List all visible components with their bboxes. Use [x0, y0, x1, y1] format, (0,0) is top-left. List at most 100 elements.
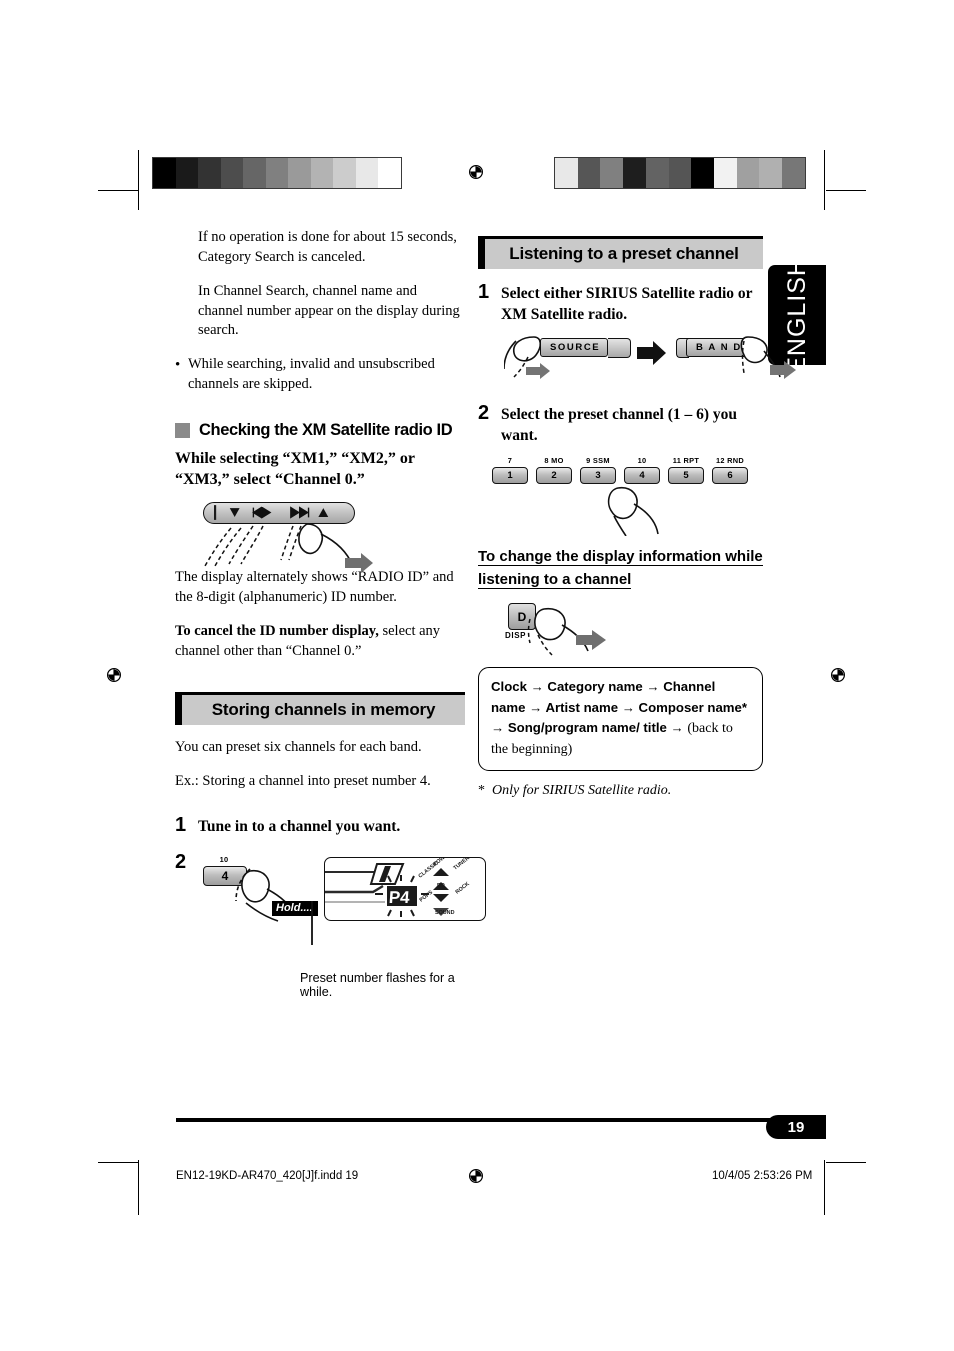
- seek-bar-control[interactable]: [203, 502, 355, 525]
- calibration-swatch: [736, 158, 760, 188]
- registration-mark-right: [828, 665, 848, 685]
- listening-step-2-number: 2: [478, 402, 490, 425]
- crop-mark-top-right-horizontal: [826, 190, 866, 191]
- illustration-store-preset: 10 4 Hold.... P4 POWER TUNER CLASSIC POP…: [198, 855, 486, 967]
- footer-rule: [176, 1118, 826, 1122]
- gesture-arrow-icon: [526, 363, 550, 380]
- heading-change-display-info: To change the display information while …: [478, 546, 763, 591]
- xm-id-instruction: While selecting “XM1,” “XM2,” or “XM3,” …: [175, 450, 415, 489]
- footnote-star: *: [478, 783, 485, 799]
- banner-storing-channels: Storing channels in memory: [175, 691, 465, 725]
- cancel-id-display-bold: To cancel the ID number display,: [175, 622, 379, 639]
- calibration-swatch: [600, 158, 624, 188]
- caption-leader-line: [311, 901, 313, 945]
- subheading-checking-xm-id: Checking the XM Satellite radio ID: [175, 421, 465, 440]
- gesture-arrow-icon: [345, 553, 373, 574]
- preset-key-column: 12 RND 6: [712, 456, 748, 485]
- storing-step-1-text: Tune in to a channel you want.: [198, 818, 401, 836]
- crop-mark-top-right-vertical: [824, 150, 825, 210]
- crop-mark-bottom-right-vertical: [824, 1160, 825, 1215]
- display-sequence-box: Clock → Category name → Channel name → A…: [478, 667, 763, 772]
- caption-preset-flash: Preset number flashes for a while.: [300, 971, 455, 999]
- calibration-swatch: [714, 158, 737, 188]
- preset-key-column: 71: [492, 456, 528, 485]
- footer-file-name: EN12-19KD-AR470_420[J]f.indd 19: [176, 1170, 359, 1182]
- page-number-badge: 19: [766, 1115, 826, 1139]
- color-calibration-bar-left: [152, 157, 402, 189]
- illustration-source-band: SOURCE B A N D: [504, 333, 796, 391]
- preset-key-3[interactable]: 3: [580, 467, 616, 485]
- square-bullet-icon: [175, 423, 190, 439]
- banner-storing-channels-label: Storing channels in memory: [211, 699, 436, 719]
- disp-button-sub-label: DISP: [505, 631, 527, 641]
- registration-mark-bottom: [466, 1166, 486, 1186]
- calibration-swatch: [623, 158, 646, 188]
- preset-key-4[interactable]: 4: [624, 467, 660, 485]
- preset-key-6[interactable]: 6: [712, 467, 748, 485]
- svg-text:SOUND: SOUND: [435, 910, 455, 916]
- preset-keypad: 71 8 MO 2 9 SSM 3 10 4 11 RPT 5 12 RND 6: [492, 456, 763, 485]
- svg-text:POPS: POPS: [419, 889, 435, 903]
- preset-key-2[interactable]: 2: [536, 467, 572, 485]
- calibration-swatch: [153, 158, 176, 188]
- banner-listening-preset-label: Listening to a preset channel: [509, 244, 739, 263]
- calibration-swatch: [310, 158, 334, 188]
- preset-key-1[interactable]: 1: [492, 467, 528, 485]
- calibration-swatch: [355, 158, 379, 188]
- gesture-arrow-icon: [576, 630, 606, 651]
- calibration-swatch: [243, 158, 266, 188]
- registration-mark-left: [104, 665, 124, 685]
- calibration-swatch: [265, 158, 289, 188]
- listening-step-2-text: Select the preset channel (1 – 6) you wa…: [501, 406, 738, 444]
- crop-mark-top-left-horizontal: [98, 190, 138, 191]
- preset-key-3-top-label: 9 SSM: [586, 456, 610, 466]
- calibration-swatch: [333, 158, 356, 188]
- calibration-swatch: [645, 158, 669, 188]
- calibration-swatch: [378, 158, 401, 188]
- illustration-preset-keypad: 71 8 MO 2 9 SSM 3 10 4 11 RPT 5 12 RND 6: [478, 456, 763, 537]
- illustration-seek-buttons: [203, 502, 465, 574]
- bullet-dot-icon: •: [175, 357, 181, 374]
- right-column: Listening to a preset channel 1 Select e…: [478, 228, 796, 799]
- bullet-invalid-channels-text: While searching, invalid and unsubscribe…: [188, 356, 435, 393]
- footnote-sirius: * Only for SIRIUS Satellite radio.: [478, 783, 763, 799]
- subheading-checking-xm-id-label: Checking the XM Satellite radio ID: [199, 421, 453, 440]
- color-calibration-bar-right: [554, 157, 806, 189]
- preset-key-5-top-label: 11 RPT: [672, 456, 700, 466]
- preset-key-column: 11 RPT 5: [668, 456, 704, 485]
- calibration-swatch: [220, 158, 244, 188]
- storing-step-1: 1 Tune in to a channel you want.: [175, 815, 465, 838]
- cancel-id-display-paragraph: To cancel the ID number display, select …: [175, 622, 465, 662]
- calibration-swatch: [782, 158, 805, 188]
- storing-step-2-number: 2: [175, 851, 187, 873]
- preset-key-6-top-label: 12 RND: [715, 456, 745, 466]
- preset-key-4-top-label: 10: [637, 456, 647, 466]
- calibration-swatch: [288, 158, 311, 188]
- bullet-invalid-channels: • While searching, invalid and unsubscri…: [175, 355, 465, 395]
- svg-text:CLASSIC: CLASSIC: [418, 860, 440, 879]
- listening-step-1-number: 1: [478, 281, 490, 303]
- footnote-text: Only for SIRIUS Satellite radio.: [492, 783, 672, 799]
- heading-change-display-info-line2: listening to a channel: [478, 570, 632, 589]
- press-gesture-preset: [607, 487, 659, 537]
- calibration-swatch: [175, 158, 199, 188]
- listening-step-2: 2 Select the preset channel (1 – 6) you …: [478, 403, 763, 446]
- listening-step-1-text: Select either SIRIUS Satellite radio or …: [501, 285, 753, 323]
- crop-mark-bottom-left-vertical: [138, 1160, 139, 1215]
- note-category-search-timeout: If no operation is done for about 15 sec…: [198, 229, 457, 265]
- preset-key-2-top-label: 8 MO: [544, 456, 564, 466]
- source-button[interactable]: SOURCE: [540, 338, 609, 358]
- registration-mark-top: [466, 162, 486, 182]
- storing-intro: You can preset six channels for each ban…: [175, 738, 422, 755]
- crop-mark-bottom-right-horizontal: [826, 1162, 866, 1163]
- press-gesture-band: [740, 336, 796, 380]
- svg-text:P4: P4: [388, 888, 411, 907]
- preset-key-1-top-label: 7: [507, 456, 513, 466]
- heading-change-display-info-line1: To change the display information while: [478, 548, 763, 567]
- crop-mark-bottom-left-horizontal: [98, 1162, 138, 1163]
- preset-key-5[interactable]: 5: [668, 467, 704, 485]
- calibration-swatch: [577, 158, 601, 188]
- calibration-swatch: [198, 158, 221, 188]
- seek-bar-glyphs: [214, 505, 329, 521]
- left-column: If no operation is done for about 15 sec…: [175, 228, 486, 999]
